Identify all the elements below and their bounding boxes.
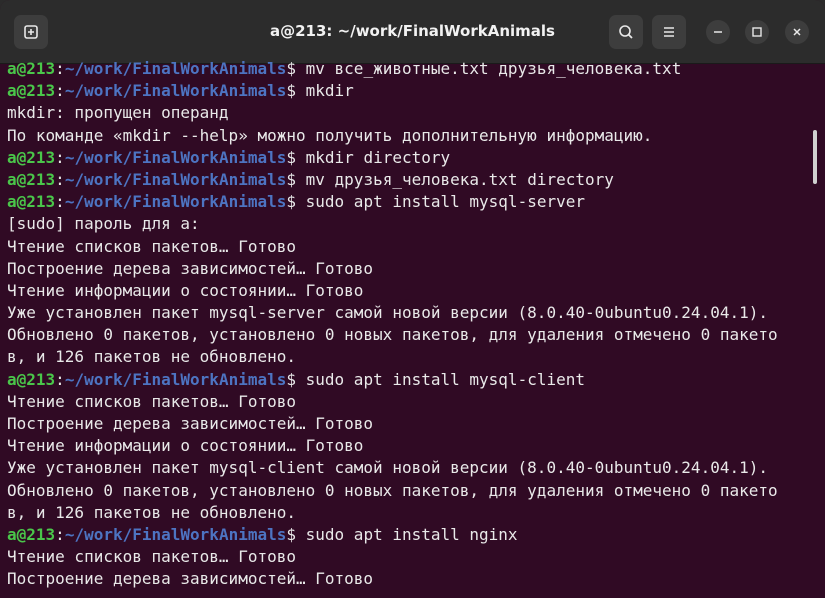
menu-button[interactable] [652, 15, 686, 49]
prompt-user: a@213 [7, 192, 56, 212]
output-line: в, и 126 пакетов не обновлено. [7, 502, 296, 522]
prompt-user: a@213 [7, 147, 56, 167]
search-icon [619, 25, 633, 39]
output-line: Построение дерева зависимостей… Готово [7, 414, 374, 433]
output-line: Уже установлен пакет mysql-client самой … [7, 458, 768, 478]
search-button[interactable] [609, 15, 643, 49]
maximize-button[interactable] [745, 20, 769, 44]
prompt-separator: : [55, 369, 65, 389]
prompt-path: ~/work/FinalWorkAnimals [64, 169, 287, 189]
prompt-line: a@213:~/work/FinalWorkAnimals$ mv все_жи… [7, 58, 815, 80]
output-line: в, и 126 пакетов не обновлено. [7, 347, 296, 367]
prompt-separator: : [55, 147, 65, 167]
prompt-line: a@213:~/work/FinalWorkAnimals$ mkdir [7, 80, 815, 102]
prompt-path: ~/work/FinalWorkAnimals [64, 524, 287, 544]
minimize-icon [714, 31, 722, 33]
scrollbar[interactable] [813, 130, 817, 184]
minimize-button[interactable] [706, 20, 730, 44]
hamburger-menu-icon [664, 27, 674, 37]
titlebar: a@213: ~/work/FinalWorkAnimals [0, 0, 825, 64]
command-text: $ sudo apt install mysql-server [286, 192, 585, 212]
output-line: Построение дерева зависимостей… Готово [7, 258, 374, 278]
command-text: $ mkdir [286, 81, 354, 101]
close-button[interactable] [785, 20, 809, 44]
terminal-lines: a@213:~/work/FinalWorkAnimals$ mv все_жи… [7, 58, 815, 591]
terminal-window: a@213: ~/work/FinalWorkAnimals a@213:~/w… [0, 0, 825, 598]
prompt-line: a@213:~/work/FinalWorkAnimals$ sudo apt … [7, 524, 815, 546]
command-text: $ mv все_животные.txt друзья_человека.tx… [286, 59, 682, 78]
prompt-line: a@213:~/work/FinalWorkAnimals$ sudo apt … [7, 191, 815, 213]
output-line: Чтение списков пакетов… Готово [7, 391, 296, 411]
output-line: Чтение списков пакетов… Готово [7, 236, 296, 256]
prompt-path: ~/work/FinalWorkAnimals [64, 192, 287, 212]
prompt-user: a@213 [7, 524, 56, 544]
prompt-line: a@213:~/work/FinalWorkAnimals$ mkdir dir… [7, 147, 815, 169]
command-text: $ mv друзья_человека.txt directory [286, 169, 614, 189]
command-text: $ mkdir directory [286, 147, 451, 167]
command-text: $ sudo apt install nginx [286, 524, 518, 544]
prompt-separator: : [55, 81, 65, 101]
terminal-output[interactable]: a@213:~/work/FinalWorkAnimals$ mv все_жи… [0, 59, 825, 598]
prompt-user: a@213 [7, 369, 56, 389]
command-text: $ sudo apt install mysql-client [286, 369, 585, 389]
prompt-user: a@213 [7, 81, 56, 101]
output-line: По команде «mkdir --help» можно получить… [7, 125, 653, 145]
prompt-line: a@213:~/work/FinalWorkAnimals$ mv друзья… [7, 169, 815, 191]
prompt-path: ~/work/FinalWorkAnimals [64, 369, 287, 389]
output-line: Чтение информации о состоянии… Готово [7, 280, 364, 300]
output-line: [sudo] пароль для a: [7, 214, 200, 234]
output-line: mkdir: пропущен операнд [7, 103, 229, 123]
output-line: Чтение списков пакетов… Готово [7, 547, 296, 567]
output-line: Обновлено 0 пакетов, установлено 0 новых… [7, 480, 778, 500]
prompt-line: a@213:~/work/FinalWorkAnimals$ sudo apt … [7, 369, 815, 391]
prompt-user: a@213 [7, 169, 56, 189]
output-line: Чтение информации о состоянии… Готово [7, 436, 364, 456]
window-title: a@213: ~/work/FinalWorkAnimals [270, 22, 555, 40]
output-line: Обновлено 0 пакетов, установлено 0 новых… [7, 325, 778, 345]
prompt-separator: : [55, 169, 65, 189]
prompt-separator: : [55, 524, 65, 544]
maximize-icon [752, 27, 762, 37]
output-line: Построение дерева зависимостей… Готово [7, 569, 374, 589]
prompt-path: ~/work/FinalWorkAnimals [64, 147, 287, 167]
prompt-separator: : [55, 59, 65, 78]
prompt-user: a@213 [7, 59, 56, 78]
prompt-separator: : [55, 192, 65, 212]
close-icon [793, 28, 801, 36]
prompt-path: ~/work/FinalWorkAnimals [64, 81, 287, 101]
prompt-path: ~/work/FinalWorkAnimals [64, 59, 287, 78]
output-line: Уже установлен пакет mysql-server самой … [7, 303, 768, 323]
